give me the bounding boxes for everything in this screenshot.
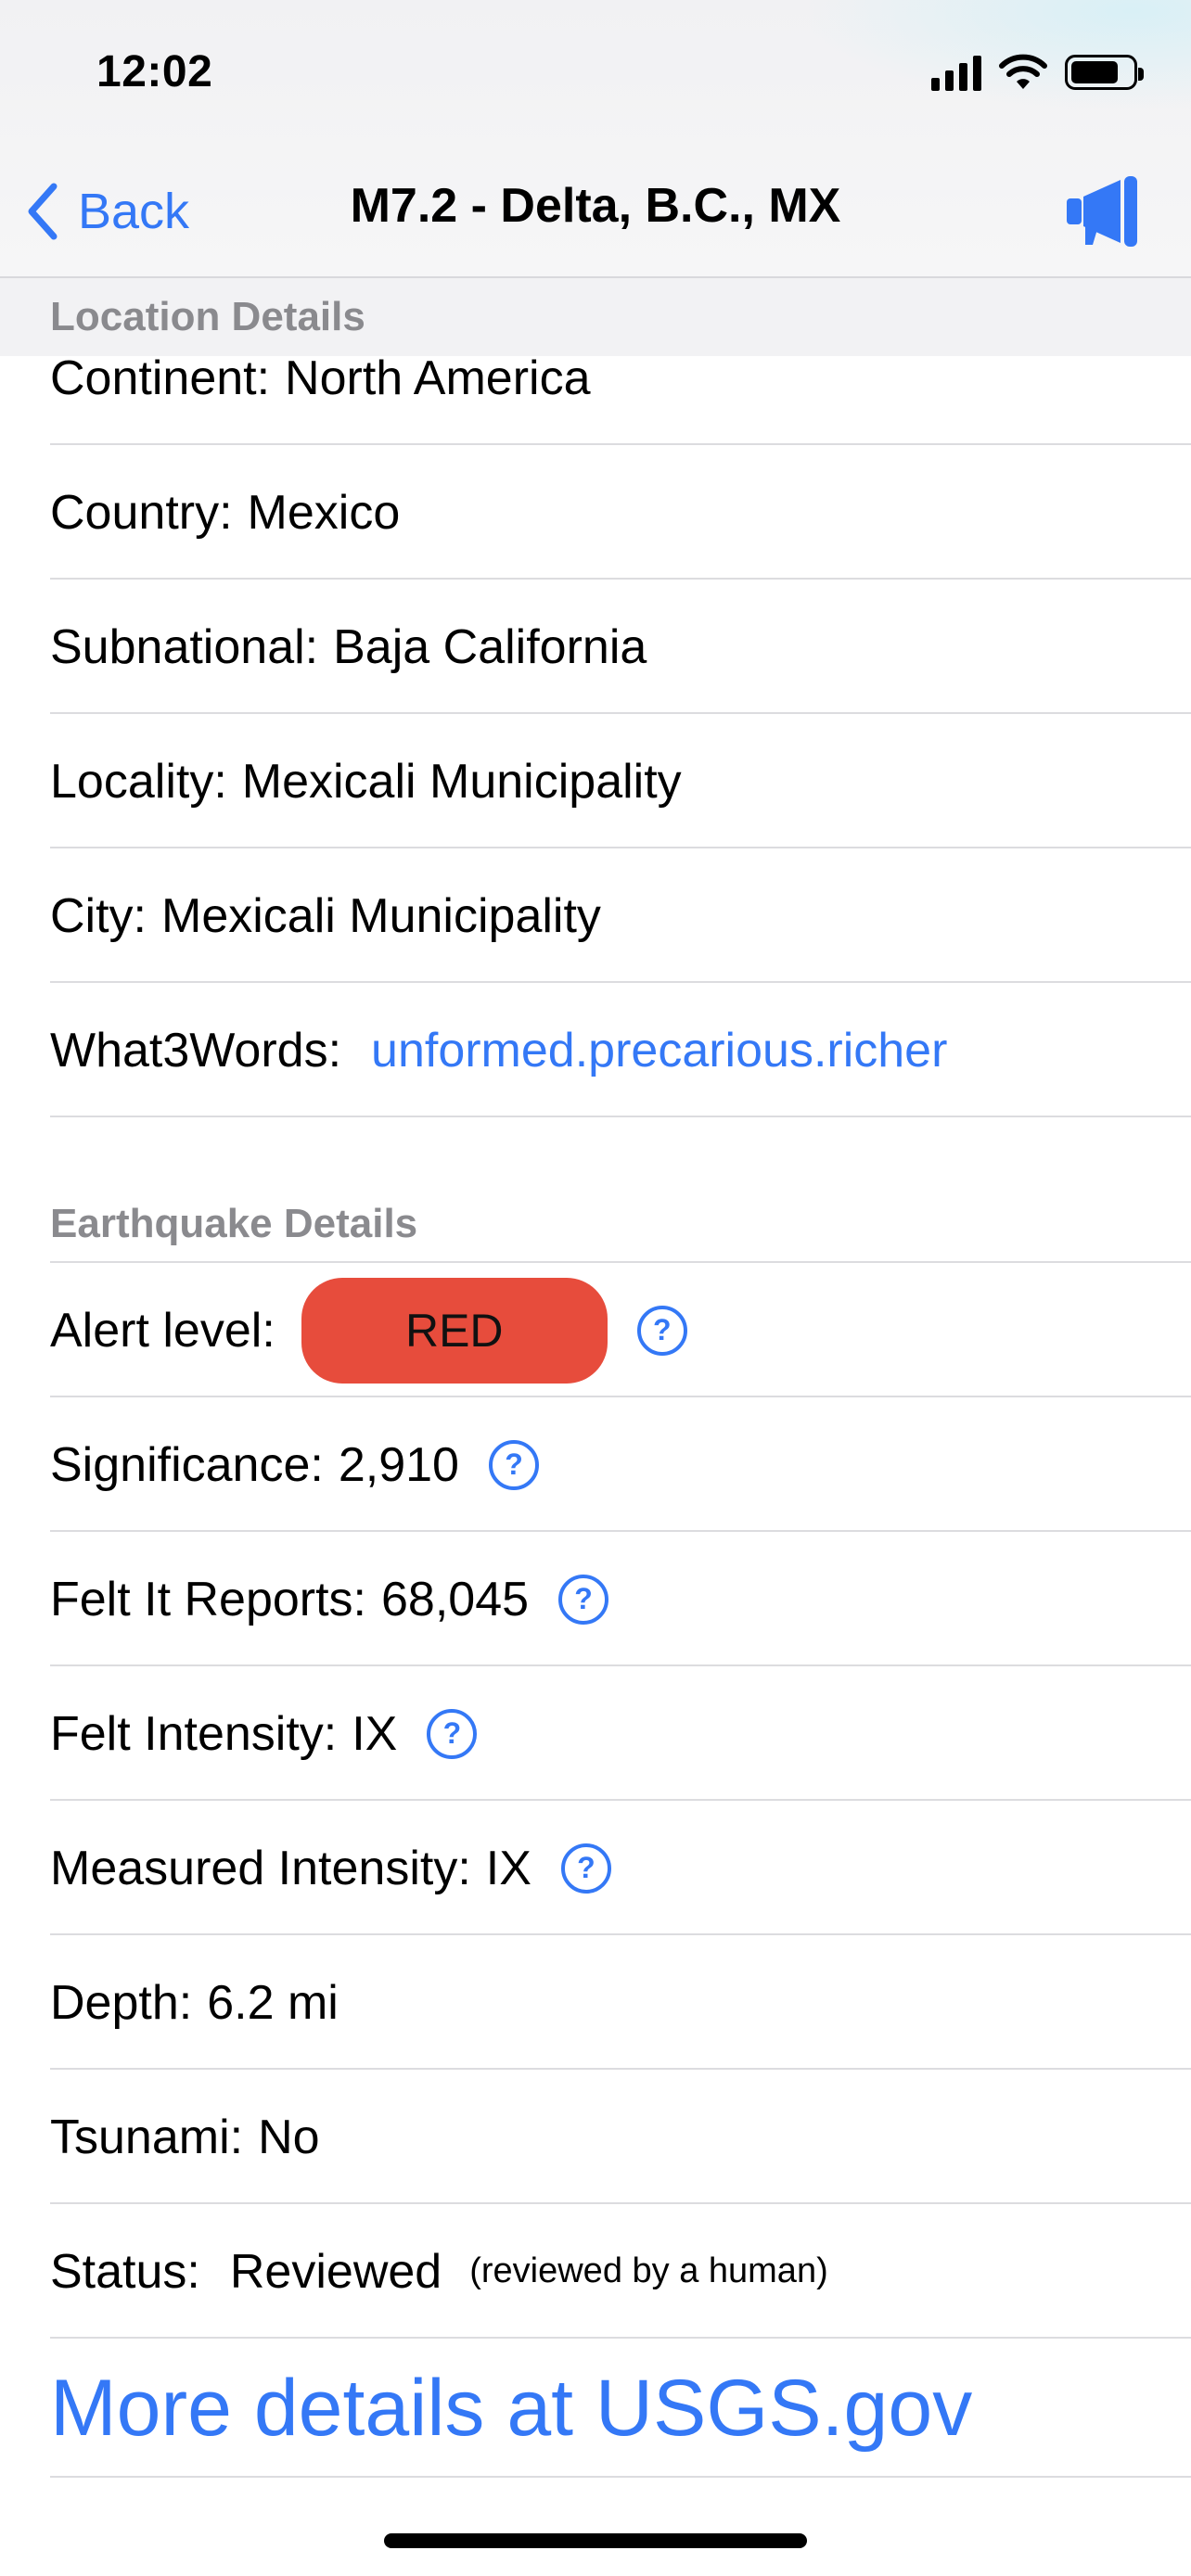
row-label: Subnational: bbox=[50, 619, 319, 674]
top-bar: 12:02 Back M7.2 - Delta, B.C., MX bbox=[0, 0, 1191, 278]
list-item-subnational: Subnational: Baja California bbox=[0, 580, 1191, 714]
help-icon[interactable]: ? bbox=[636, 1305, 687, 1356]
status-time: 12:02 bbox=[96, 47, 213, 96]
row-label: City: bbox=[50, 888, 147, 943]
list-item-tsunami: Tsunami: No bbox=[0, 2070, 1191, 2204]
help-icon[interactable]: ? bbox=[560, 1843, 611, 1894]
what3words-link[interactable]: unformed.precarious.richer bbox=[371, 1023, 947, 1078]
help-icon[interactable]: ? bbox=[558, 1574, 609, 1625]
row-value: Mexicali Municipality bbox=[241, 754, 682, 809]
home-indicator[interactable] bbox=[384, 2533, 807, 2548]
row-label: Depth: bbox=[50, 1975, 193, 2030]
list-item-status: Status: Reviewed (reviewed by a human) bbox=[0, 2204, 1191, 2339]
list-item-more-details: More details at USGS.gov bbox=[0, 2339, 1191, 2478]
row-value: Mexicali Municipality bbox=[161, 888, 601, 943]
megaphone-icon bbox=[1067, 176, 1137, 247]
row-label: Felt Intensity: bbox=[50, 1706, 338, 1761]
alert-level-badge: RED bbox=[301, 1277, 608, 1384]
row-label: Measured Intensity: bbox=[50, 1841, 471, 1895]
row-value: 6.2 mi bbox=[207, 1975, 339, 2030]
row-label: Locality: bbox=[50, 754, 227, 809]
row-value: 2,910 bbox=[338, 1437, 459, 1492]
row-value: IX bbox=[485, 1841, 531, 1895]
chevron-left-icon bbox=[28, 183, 58, 240]
battery-icon bbox=[1065, 55, 1144, 90]
earthquake-details-header: Earthquake Details bbox=[0, 1185, 1191, 1263]
screen: 12:02 Back M7.2 - Delta, B.C., MX Locati… bbox=[0, 0, 1191, 2576]
row-value: Reviewed bbox=[229, 2244, 442, 2299]
list-item-significance: Significance: 2,910 ? bbox=[0, 1397, 1191, 1532]
status-note: (reviewed by a human) bbox=[469, 2251, 828, 2290]
page-title: M7.2 - Delta, B.C., MX bbox=[350, 179, 841, 233]
help-icon[interactable]: ? bbox=[488, 1439, 539, 1490]
usgs-details-link[interactable]: More details at USGS.gov bbox=[50, 2363, 972, 2455]
row-label: Status: bbox=[50, 2244, 200, 2299]
row-value: North America bbox=[285, 351, 591, 405]
wifi-icon bbox=[999, 54, 1047, 89]
status-icons bbox=[931, 54, 1144, 91]
list-item-locality: Locality: Mexicali Municipality bbox=[0, 714, 1191, 848]
row-label: What3Words: bbox=[50, 1023, 342, 1078]
row-value: Baja California bbox=[333, 619, 647, 674]
row-label: Country: bbox=[50, 485, 233, 540]
location-details-header: Location Details bbox=[0, 278, 1191, 356]
list-item-city: City: Mexicali Municipality bbox=[0, 848, 1191, 983]
list-item-felt-reports: Felt It Reports: 68,045 ? bbox=[0, 1532, 1191, 1666]
back-button[interactable]: Back bbox=[24, 174, 189, 249]
back-label: Back bbox=[78, 184, 190, 239]
row-label: Tsunami: bbox=[50, 2110, 244, 2164]
row-value: No bbox=[258, 2110, 320, 2164]
help-icon[interactable]: ? bbox=[427, 1708, 478, 1759]
list-item-country: Country: Mexico bbox=[0, 445, 1191, 580]
row-label: Significance: bbox=[50, 1437, 324, 1492]
list-item-measured-intensity: Measured Intensity: IX ? bbox=[0, 1801, 1191, 1935]
list-item-felt-intensity: Felt Intensity: IX ? bbox=[0, 1666, 1191, 1801]
row-label: Alert level: bbox=[50, 1303, 275, 1358]
list-item-alert-level: Alert level: RED ? bbox=[0, 1263, 1191, 1397]
row-label: Continent: bbox=[50, 351, 271, 405]
earthquake-details-list: Alert level: RED ? Significance: 2,910 ?… bbox=[0, 1263, 1191, 2478]
row-value: 68,045 bbox=[381, 1572, 530, 1626]
announce-button[interactable] bbox=[1065, 172, 1145, 249]
list-item-depth: Depth: 6.2 mi bbox=[0, 1935, 1191, 2070]
list-item-what3words: What3Words: unformed.precarious.richer bbox=[0, 983, 1191, 1117]
row-value: Mexico bbox=[247, 485, 401, 540]
cellular-signal-icon bbox=[931, 54, 981, 91]
row-label: Felt It Reports: bbox=[50, 1572, 366, 1626]
row-value: IX bbox=[352, 1706, 398, 1761]
location-details-list: Continent: North America Country: Mexico… bbox=[0, 313, 1191, 1117]
